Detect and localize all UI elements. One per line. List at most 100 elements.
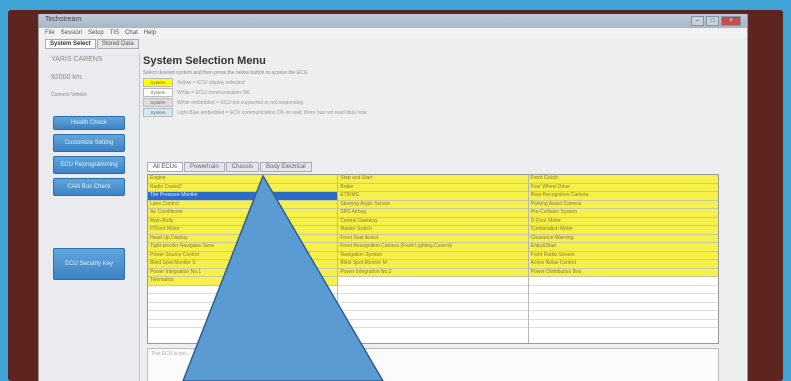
main-panel: System Selection Menu Select desired sys… — [143, 52, 743, 381]
ecu-cell[interactable]: ETB/MS — [338, 192, 528, 201]
ecu-cell[interactable]: Tight-proofer Navigator Sens — [148, 243, 338, 252]
vehicle-model: YARIS CARENS — [51, 56, 103, 63]
ecu-cell[interactable]: Power Distribution Box — [528, 268, 718, 277]
minimize-button[interactable]: – — [691, 16, 704, 26]
legend-row: System White embedded = ECU not supporte… — [143, 98, 303, 107]
ecu-cell-empty — [338, 294, 528, 303]
ecu-cell[interactable]: Active Noise Control — [528, 260, 718, 269]
tab-powertrain[interactable]: Powertrain — [184, 162, 225, 172]
connection-status: Connect Vehicle — [51, 92, 88, 98]
legend-row: System White = ECU communication OK — [143, 88, 250, 97]
ecu-cell[interactable]: Central Gateway — [338, 217, 528, 226]
ecu-cell[interactable]: Navigation System — [338, 251, 528, 260]
ecu-cell-empty — [338, 311, 528, 320]
ecu-cell[interactable]: Entry&Start — [528, 243, 718, 252]
customize-setting-button[interactable]: Customize Setting — [53, 134, 125, 152]
tab-stored-data[interactable]: Stored Data — [96, 39, 139, 49]
vehicle-odometer: 92000 km — [51, 74, 82, 81]
instruction-text: Select desired system and then press the… — [143, 70, 309, 76]
tab-body-electrical[interactable]: Body Electrical — [260, 162, 312, 172]
top-tabs: System Select Stored Data — [45, 39, 139, 49]
ecu-cell-empty — [528, 311, 718, 320]
ecu-reprogramming-button[interactable]: ECU Reprogramming — [53, 156, 125, 174]
ecu-cell-empty — [528, 294, 718, 303]
legend-row: System Light Blue embedded = ECU communi… — [143, 108, 366, 117]
legend-text: White = ECU communication OK — [177, 89, 250, 96]
techstream-window: Techstream – □ × File Session Setup TIS … — [38, 14, 748, 381]
ecu-cell[interactable]: Engine — [148, 175, 338, 184]
legend-swatch-yellow: System — [143, 78, 173, 87]
close-button[interactable]: × — [721, 16, 741, 26]
ecu-cell[interactable]: SRS Airbag — [338, 209, 528, 218]
title-bar: Techstream – □ × — [39, 14, 747, 28]
ecu-cell[interactable]: Front Clutch — [528, 175, 718, 184]
ecu-cell-empty — [148, 302, 338, 311]
legend-swatch-gray: System — [143, 98, 173, 107]
ecu-cell[interactable]: Head Up Display — [148, 234, 338, 243]
ecu-cell[interactable]: Parking Assist Camera — [528, 200, 718, 209]
ecu-cell[interactable]: Front Recognition Camera (Front Lighting… — [338, 243, 528, 252]
tab-system-select[interactable]: System Select — [45, 39, 96, 49]
menu-bar: File Session Setup TIS Chat Help — [39, 28, 747, 38]
menu-setup[interactable]: Setup — [88, 28, 104, 38]
ecu-cell[interactable]: Air Conditioner — [148, 209, 338, 218]
ecu-cell[interactable]: Main Body — [148, 217, 338, 226]
ecu-cell[interactable]: Power Integration No.2 — [338, 268, 528, 277]
ecu-cell-empty — [528, 285, 718, 294]
ecu-cell-empty — [338, 302, 528, 311]
menu-tis[interactable]: TIS — [110, 28, 119, 38]
ecu-security-key-button[interactable]: ECU Security Key — [53, 248, 125, 280]
ecu-column: Engine Radio Cruise2 Tire Pressure Monitor… — [148, 175, 339, 343]
sidebar: YARIS CARENS 92000 km Connect Vehicle He… — [39, 52, 140, 381]
ecu-cell[interactable]: Lane Control — [148, 200, 338, 209]
ecu-cell[interactable]: Steering Angle Sensor — [338, 200, 528, 209]
ecu-cell[interactable]: P/Door Motor — [148, 226, 338, 235]
ecu-cell-empty — [528, 302, 718, 311]
ecu-description-box: This ECU is not... — [147, 348, 719, 381]
can-bus-check-button[interactable]: CAN Bus Check — [53, 178, 125, 196]
ecu-cell-empty — [148, 294, 338, 303]
menu-chat[interactable]: Chat — [125, 28, 138, 38]
ecu-column: Front Clutch Four Wheel Drive Rear Recogni… — [528, 175, 718, 343]
ecu-cell[interactable]: Rear Recognition Camera — [528, 192, 718, 201]
ecu-cell[interactable]: Blind Spot Monitor M — [338, 260, 528, 269]
legend-swatch-blue: System — [143, 108, 173, 117]
ecu-cell[interactable]: Combination Meter — [528, 226, 718, 235]
window-controls: – □ × — [691, 16, 741, 26]
ecu-cell[interactable]: Pre-Collision System — [528, 209, 718, 218]
legend-swatch-white: System — [143, 88, 173, 97]
ecu-cell[interactable]: Blind Spot Monitor S — [148, 260, 338, 269]
legend-text: White embedded = ECU not supported or no… — [177, 99, 304, 106]
ecu-cell[interactable]: Clearance Warning — [528, 234, 718, 243]
ecu-cell[interactable]: Stop and Start — [338, 175, 528, 184]
menu-file[interactable]: File — [45, 28, 55, 38]
ecu-cell-empty — [528, 277, 718, 286]
menu-session[interactable]: Session — [61, 28, 82, 38]
ecu-cell[interactable]: Front Radar Sensor — [528, 251, 718, 260]
ecu-category-tabs: All ECUs Powertrain Chassis Body Electri… — [147, 162, 312, 172]
tab-all-ecus[interactable]: All ECUs — [147, 162, 184, 172]
ecu-column: Stop and Start Brake ETB/MS Steering Angle … — [338, 175, 529, 343]
tab-chassis[interactable]: Chassis — [225, 162, 260, 172]
menu-help[interactable]: Help — [144, 28, 156, 38]
legend-text: Yellow = ECU display selected — [177, 79, 245, 86]
ecu-cell[interactable]: Telematics — [148, 277, 338, 286]
ecu-cell[interactable]: Master Switch — [338, 226, 528, 235]
ecu-cell-empty — [528, 319, 718, 328]
ecu-cell[interactable]: Front Seat Assist — [338, 234, 528, 243]
ecu-cell[interactable]: Four Wheel Drive — [528, 183, 718, 192]
maximize-button[interactable]: □ — [706, 16, 719, 26]
ecu-cell[interactable]: Tire Pressure Monitor — [148, 192, 338, 201]
ecu-system-grid: Engine Radio Cruise2 Tire Pressure Monitor… — [147, 174, 719, 344]
ecu-cell[interactable]: Power Source Control — [148, 251, 338, 260]
ecu-cell[interactable]: Brake — [338, 183, 528, 192]
ecu-cell-empty — [338, 285, 528, 294]
ecu-cell[interactable]: Radio Cruise2 — [148, 183, 338, 192]
ecu-cell-empty — [148, 311, 338, 320]
page-title: System Selection Menu — [143, 55, 266, 67]
ecu-description-text: This ECU is not... — [151, 351, 190, 357]
window-title: Techstream — [45, 16, 82, 23]
ecu-cell[interactable]: D-Door Motor — [528, 217, 718, 226]
health-check-button[interactable]: Health Check — [53, 116, 125, 130]
ecu-cell[interactable]: Power Integration No.1 — [148, 268, 338, 277]
